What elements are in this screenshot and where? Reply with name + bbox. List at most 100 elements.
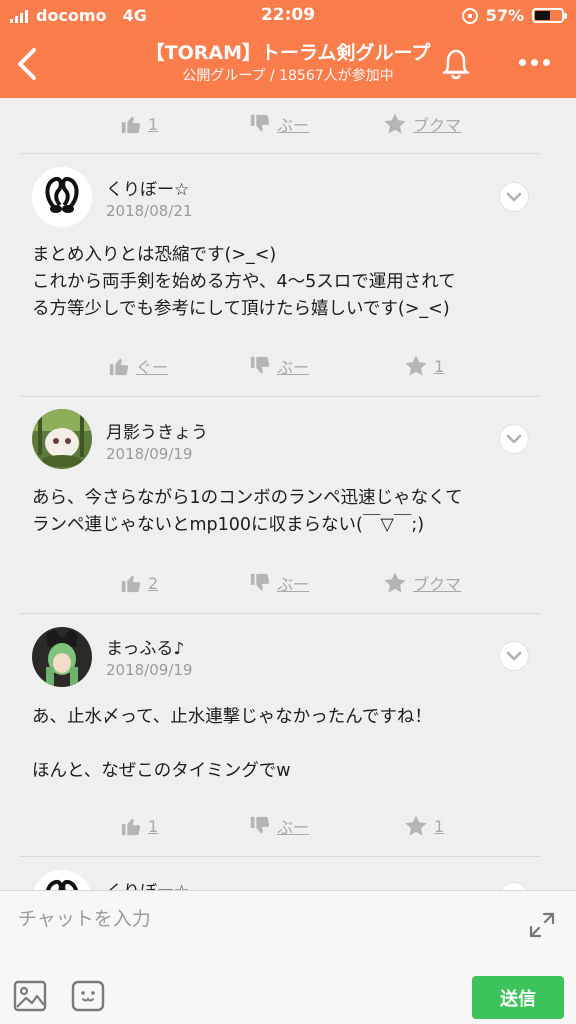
thumbs-down-icon xyxy=(249,113,271,135)
app-header: docomo 4G 22:09 57% 【TORAM】トーラム剣グループ 公開グ… xyxy=(0,0,576,98)
dot xyxy=(530,58,538,66)
post-author[interactable]: 月影うきょう xyxy=(106,418,208,443)
like-button[interactable]: 1 xyxy=(120,104,158,144)
star-icon xyxy=(383,571,407,595)
bookmark-count: 1 xyxy=(434,816,445,836)
post-author[interactable]: くりぼー☆ xyxy=(106,877,189,890)
dislike-label: ぶー xyxy=(277,575,310,594)
expand-icon xyxy=(529,912,555,938)
thumbs-up-icon xyxy=(120,113,142,135)
chevron-down-icon xyxy=(506,651,522,661)
like-button[interactable]: ぐー xyxy=(108,346,168,386)
photo-button[interactable] xyxy=(12,979,48,1013)
chat-input[interactable] xyxy=(18,901,498,937)
post-date: 2018/09/19 xyxy=(106,445,193,463)
sticker-button[interactable] xyxy=(70,979,106,1013)
thumbs-down-icon xyxy=(249,815,271,837)
battery-level-fill xyxy=(535,11,550,20)
avatar[interactable] xyxy=(32,627,92,687)
group-title: 【TORAM】トーラム剣グループ xyxy=(145,42,431,64)
dislike-button[interactable]: ぶー xyxy=(249,563,309,603)
dislike-button[interactable]: ぶー xyxy=(249,346,309,386)
smiley-icon xyxy=(71,980,105,1012)
divider xyxy=(20,613,540,614)
bookmark-label: ブクマ xyxy=(413,116,462,135)
dislike-label: ぶー xyxy=(277,358,310,377)
post-body: あら、今さらながら1のコンボのランペ迅速じゃなくて ランペ連じゃないとmp100… xyxy=(32,485,552,539)
dot xyxy=(542,58,550,66)
status-bar: docomo 4G 22:09 57% xyxy=(0,0,576,32)
avatar-image xyxy=(32,870,92,890)
like-button[interactable]: 1 xyxy=(120,806,158,846)
divider xyxy=(20,856,540,857)
avatar-image xyxy=(32,627,92,687)
post-menu-button[interactable] xyxy=(499,424,529,454)
post-line: ランペ連じゃないとmp100に収まらない(￣▽￣;) xyxy=(32,515,425,535)
post-date: 2018/08/21 xyxy=(106,202,193,220)
avatar[interactable] xyxy=(32,870,92,890)
avatar[interactable] xyxy=(32,409,92,469)
post-menu-button[interactable] xyxy=(499,182,529,212)
dot xyxy=(518,58,526,66)
post-line: これから両手剣を始める方や、4〜5スロで運用されて xyxy=(32,272,456,292)
like-count: 1 xyxy=(148,114,159,134)
bookmark-button[interactable]: ブクマ xyxy=(383,104,461,144)
post-actions: 1 ぶー ブクマ xyxy=(0,104,576,144)
dislike-label: ぶー xyxy=(277,116,310,135)
star-icon xyxy=(383,112,407,136)
dislike-label: ぶー xyxy=(277,818,310,837)
chat-input-bar: 送信 xyxy=(0,890,576,1024)
bookmark-button[interactable]: 1 xyxy=(404,806,444,846)
post-menu-button[interactable] xyxy=(499,882,529,890)
like-button[interactable]: 2 xyxy=(120,563,158,603)
star-icon xyxy=(404,814,428,838)
chevron-down-icon xyxy=(506,434,522,444)
post-actions: 1 ぶー 1 xyxy=(0,806,576,846)
status-right: 57% xyxy=(461,6,567,25)
divider xyxy=(20,396,540,397)
like-count: 1 xyxy=(148,816,159,836)
avatar[interactable] xyxy=(32,167,92,227)
more-options-button[interactable] xyxy=(512,50,556,74)
battery-percent: 57% xyxy=(485,6,524,25)
post-author[interactable]: くりぼー☆ xyxy=(106,175,189,200)
dislike-button[interactable]: ぶー xyxy=(249,104,309,144)
expand-input-button[interactable] xyxy=(526,909,558,941)
post-body: あ、止水〆って、止水連撃じゃなかったんですね！ ほんと、なぜこのタイミングでw xyxy=(32,704,552,785)
bookmark-button[interactable]: ブクマ xyxy=(383,563,461,603)
post-line: まとめ入りとは恐縮です(>_<) xyxy=(32,245,277,265)
notification-button[interactable] xyxy=(438,44,474,84)
thumbs-down-icon xyxy=(249,572,271,594)
chevron-left-icon xyxy=(18,48,36,80)
thumbs-up-icon xyxy=(120,815,142,837)
post-menu-button[interactable] xyxy=(499,641,529,671)
header-title-block: 【TORAM】トーラム剣グループ 公開グループ / 18567人が参加中 xyxy=(80,40,496,86)
bell-icon xyxy=(442,49,470,80)
group-subtitle: 公開グループ / 18567人が参加中 xyxy=(182,68,394,84)
thumbs-up-icon xyxy=(120,572,142,594)
post-body: まとめ入りとは恐縮です(>_<) これから両手剣を始める方や、4〜5スロで運用さ… xyxy=(32,242,552,323)
like-count: 2 xyxy=(148,573,159,593)
star-icon xyxy=(404,354,428,378)
post-date: 2018/09/19 xyxy=(106,661,193,679)
post-line: る方等少しでも参考にして頂けたら嬉しいです(>_<) xyxy=(32,299,450,319)
bookmark-count: 1 xyxy=(434,356,445,376)
bookmark-button[interactable]: 1 xyxy=(404,346,444,386)
avatar-image xyxy=(32,409,92,469)
post-line: あ、止水〆って、止水連撃じゃなかったんですね！ xyxy=(32,707,432,727)
post-actions: 2 ぶー ブクマ xyxy=(0,563,576,603)
chevron-down-icon xyxy=(506,192,522,202)
dislike-button[interactable]: ぶー xyxy=(249,806,309,846)
send-button[interactable]: 送信 xyxy=(472,976,564,1019)
post-line xyxy=(32,731,552,758)
divider xyxy=(20,153,540,154)
back-button[interactable] xyxy=(10,42,46,86)
post-actions: ぐー ぶー 1 xyxy=(0,346,576,386)
thumbs-up-icon xyxy=(108,355,130,377)
avatar-image xyxy=(32,167,92,227)
battery-icon xyxy=(532,8,567,23)
post-list[interactable]: 1 ぶー ブクマ くりぼー☆ 2018/08/21 まとめ入りとは恐縮です(>_… xyxy=(0,98,576,890)
bookmark-label: ブクマ xyxy=(413,575,462,594)
like-label: ぐー xyxy=(136,358,169,377)
post-author[interactable]: まっふる♪ xyxy=(106,634,184,659)
